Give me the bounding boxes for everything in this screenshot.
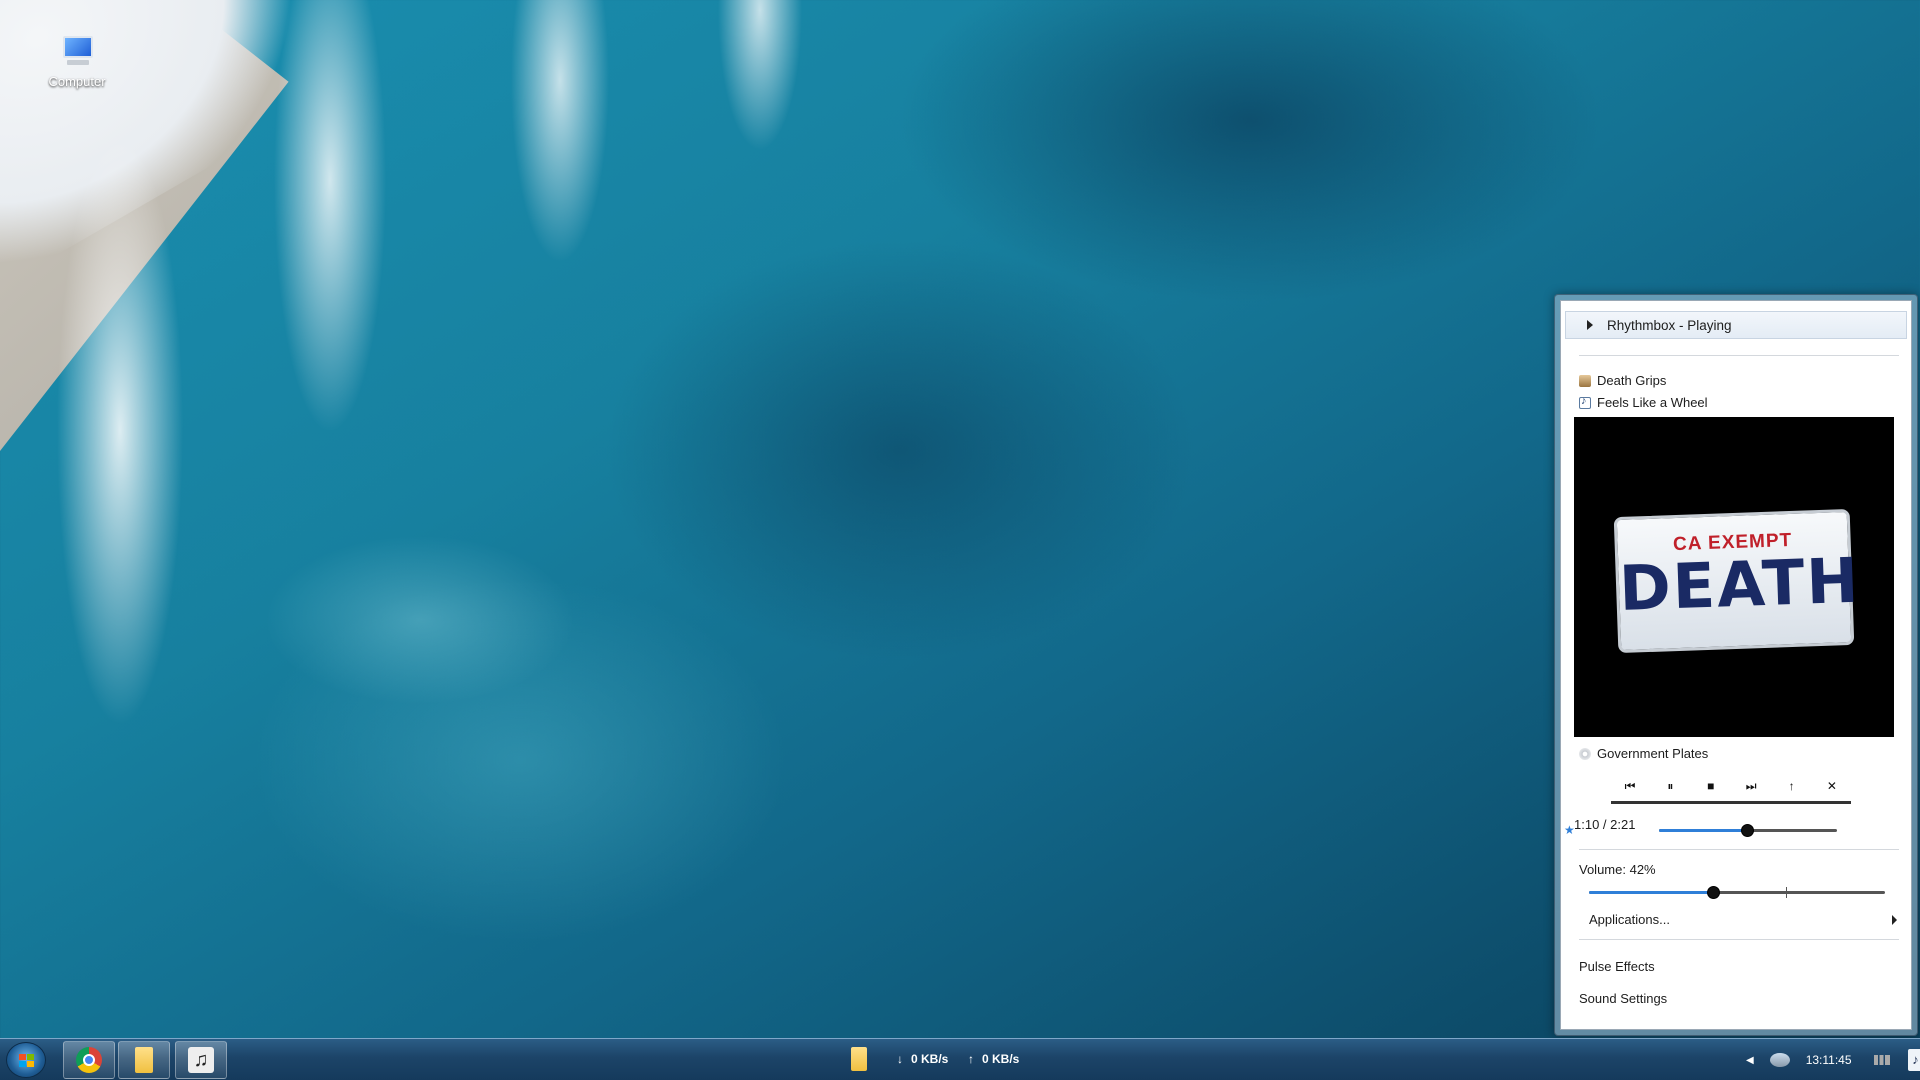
artist-icon: [1579, 374, 1591, 387]
volume-slider-fill: [1589, 891, 1714, 894]
sound-settings-label: Sound Settings: [1579, 991, 1668, 1006]
desktop-icon-label: Computer: [48, 74, 106, 89]
download-speed: ↓ 0 KB/s: [897, 1052, 948, 1066]
volume-slider[interactable]: [1589, 886, 1885, 899]
track-position-slider[interactable]: [1659, 824, 1837, 837]
folder-icon: [135, 1047, 153, 1073]
network-signal-icon[interactable]: [1873, 1055, 1890, 1065]
album-art: CA EXEMPT DEATH: [1574, 417, 1894, 737]
stop-button[interactable]: ■: [1700, 775, 1722, 797]
clock[interactable]: 13:11:45: [1806, 1053, 1852, 1067]
down-arrow-icon: ↓: [897, 1052, 903, 1066]
system-tray: ◀ 13:11:45 ♪: [1746, 1039, 1920, 1080]
playback-controls: ⏮ ⏸ ■ ⏭ ↑ ✕: [1611, 775, 1851, 797]
applications-label: Applications...: [1589, 912, 1670, 927]
plate-main-text: DEATH: [1617, 543, 1862, 625]
artist-row: Death Grips: [1579, 373, 1666, 388]
album-disc-icon: [1579, 747, 1591, 760]
track-position-text: 1:10 / 2:21: [1574, 817, 1636, 832]
license-plate-image: CA EXEMPT DEATH: [1613, 508, 1862, 654]
taskbar-rhythmbox-button[interactable]: ♫: [175, 1041, 227, 1079]
volume-100-marker: [1786, 887, 1787, 898]
artist-name: Death Grips: [1597, 373, 1667, 388]
taskbar-chrome-button[interactable]: [63, 1041, 115, 1079]
steam-icon[interactable]: [1769, 1053, 1790, 1067]
music-player-icon: ♫: [188, 1047, 214, 1073]
track-row: Feels Like a Wheel: [1579, 395, 1708, 410]
next-button[interactable]: ⏭: [1740, 775, 1762, 797]
pulse-effects-menu-item[interactable]: Pulse Effects: [1579, 959, 1897, 974]
previous-button[interactable]: ⏮: [1619, 775, 1641, 797]
separator: [1579, 849, 1899, 850]
chrome-icon: [76, 1047, 102, 1073]
pause-button[interactable]: ⏸: [1659, 775, 1681, 797]
position-slider-knob[interactable]: [1741, 824, 1755, 837]
player-header[interactable]: Rhythmbox - Playing: [1565, 311, 1907, 339]
tray-expand-chevron-icon[interactable]: ◀: [1746, 1055, 1754, 1066]
close-player-button[interactable]: ✕: [1821, 775, 1843, 797]
upload-speed: ↑ 0 KB/s: [968, 1052, 1019, 1066]
taskbar-files-button[interactable]: [118, 1041, 170, 1079]
submenu-arrow-icon: [1892, 914, 1897, 925]
taskbar: ♫ ↓ 0 KB/s ↑ 0 KB/s ◀ 13:11:45 ♪: [0, 1038, 1920, 1080]
volume-slider-knob[interactable]: [1707, 886, 1721, 899]
separator: [1579, 939, 1899, 940]
album-row: Government Plates: [1579, 746, 1708, 761]
separator: [1579, 355, 1899, 356]
computer-icon: [57, 34, 97, 68]
folder-icon[interactable]: [851, 1047, 867, 1071]
expand-triangle-icon: [1587, 320, 1593, 330]
track-title: Feels Like a Wheel: [1597, 395, 1708, 410]
music-note-icon: [1579, 395, 1591, 409]
windows-flag-icon: [19, 1054, 35, 1068]
sound-settings-menu-item[interactable]: Sound Settings: [1579, 991, 1897, 1006]
applications-menu-item[interactable]: Applications...: [1589, 912, 1897, 927]
raise-window-button[interactable]: ↑: [1781, 775, 1803, 797]
download-speed-value: 0 KB/s: [911, 1052, 949, 1066]
sound-indicator-icon[interactable]: ♪: [1907, 1049, 1920, 1071]
controls-underline: [1611, 801, 1851, 804]
position-slider-fill: [1659, 829, 1748, 832]
album-title: Government Plates: [1597, 746, 1709, 761]
volume-label: Volume: 42%: [1579, 862, 1656, 877]
sound-menu-popup: Rhythmbox - Playing Death Grips Feels Li…: [1554, 294, 1918, 1036]
upload-speed-value: 0 KB/s: [982, 1052, 1020, 1066]
player-header-label: Rhythmbox - Playing: [1607, 317, 1732, 333]
pulse-effects-label: Pulse Effects: [1579, 959, 1655, 974]
desktop-icon-computer[interactable]: Computer: [40, 34, 114, 89]
start-button[interactable]: [6, 1042, 46, 1078]
up-arrow-icon: ↑: [968, 1052, 974, 1066]
